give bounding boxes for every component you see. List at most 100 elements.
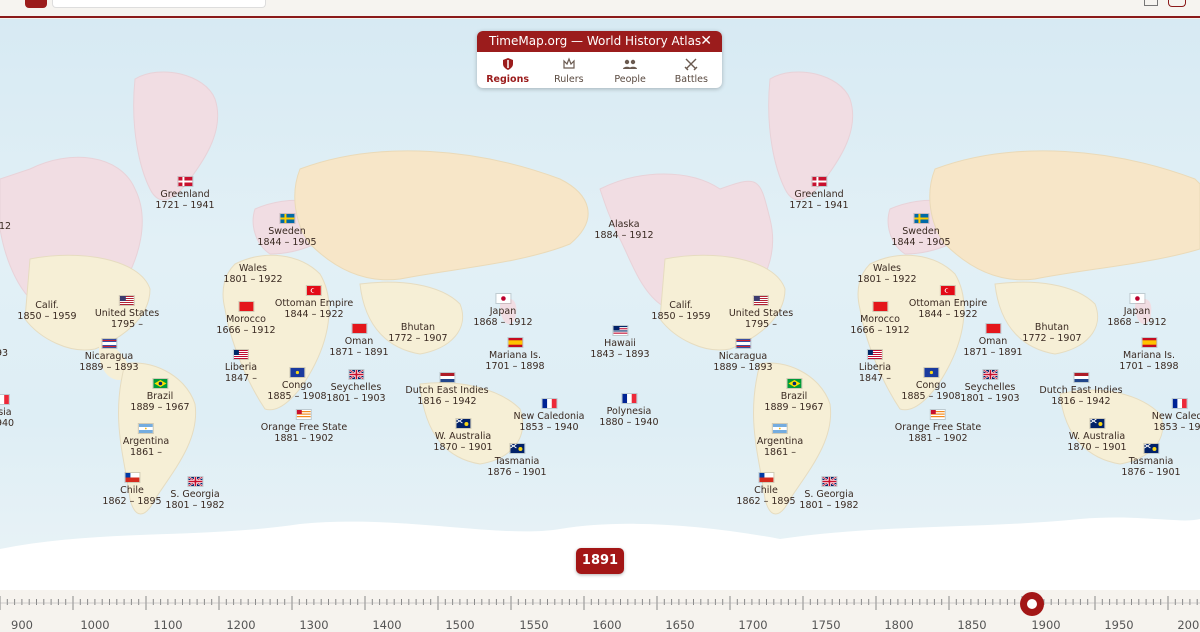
place-label[interactable]: Calif. 1850 – 1959	[17, 300, 76, 322]
place-label[interactable]: Chile 1862 – 1895	[102, 472, 162, 507]
flag-icon	[495, 293, 511, 304]
place-label[interactable]: Congo 1885 – 1908	[267, 367, 327, 402]
place-label[interactable]: Bhutan 1772 – 1907	[1022, 322, 1081, 344]
place-years: 1850 – 1959	[651, 311, 711, 322]
flag-icon	[985, 323, 1001, 334]
place-label[interactable]: Chile 1862 – 1895	[736, 472, 796, 507]
place-years: 1801 – 1903	[326, 393, 386, 404]
place-label[interactable]: esia1940	[0, 394, 14, 429]
place-label[interactable]: Oman 1871 – 1891	[329, 323, 389, 358]
place-name: Tasmania	[494, 456, 540, 467]
place-label[interactable]: Dutch East Indies 1816 – 1942	[405, 372, 489, 407]
place-label[interactable]: Sweden 1844 – 1905	[891, 213, 951, 248]
place-name: Argentina	[122, 436, 170, 447]
flag-icon	[1172, 398, 1188, 409]
place-label[interactable]: Tasmania 1876 – 1901	[1121, 443, 1181, 478]
place-label[interactable]: Sweden 1844 – 1905	[257, 213, 317, 248]
place-label[interactable]: 912	[0, 221, 11, 232]
place-label[interactable]: Hawaii 1843 – 1893	[590, 325, 650, 360]
place-label[interactable]: Morocco 1666 – 1912	[850, 301, 910, 336]
panel-title: TimeMap.org — World History Atlas	[489, 34, 702, 48]
tab-people[interactable]: People	[600, 52, 661, 88]
world-map[interactable]: 912 Greenland1721 – 1941 Sweden1844 – 1905…	[0, 19, 1200, 590]
place-name: Bhutan	[1034, 322, 1070, 333]
place-years: 1884 – 1912	[594, 230, 654, 241]
flag-icon	[821, 476, 837, 487]
menu-button[interactable]	[25, 0, 47, 8]
flag-icon	[279, 213, 295, 224]
search-input[interactable]	[52, 0, 266, 8]
place-label[interactable]: Congo 1885 – 1908	[901, 367, 961, 402]
place-label[interactable]: Oman 1871 – 1891	[963, 323, 1023, 358]
place-label[interactable]: Brazil 1889 – 1967	[130, 378, 190, 413]
place-years: 1870 – 1901	[1067, 442, 1127, 453]
place-label[interactable]: United States 1795 –	[95, 295, 159, 330]
flag-icon	[119, 295, 135, 306]
place-years: 1876 – 1901	[487, 467, 547, 478]
people-icon	[623, 59, 638, 69]
place-label[interactable]: Orange Free State 1881 – 1902	[261, 409, 347, 444]
place-label[interactable]: Mariana Is. 1701 – 1898	[1119, 337, 1179, 372]
place-label[interactable]: W. Australia 1870 – 1901	[1067, 418, 1127, 453]
place-label[interactable]: Argentina 1861 –	[123, 423, 169, 458]
place-label[interactable]: Orange Free State 1881 – 1902	[895, 409, 981, 444]
place-label[interactable]: Japan 1868 – 1912	[473, 293, 533, 328]
place-label[interactable]: Argentina 1861 –	[757, 423, 803, 458]
place-years: 1721 – 1941	[789, 200, 849, 211]
place-label[interactable]: Ottoman Empire 1844 – 1922	[909, 285, 987, 320]
place-name: W. Australia	[1068, 431, 1126, 442]
place-label[interactable]: Dutch East Indies 1816 – 1942	[1039, 372, 1123, 407]
flag-icon	[101, 338, 117, 349]
panel-tabs: Regions Rulers People Battles	[477, 52, 722, 88]
flag-icon	[929, 409, 946, 420]
place-label[interactable]: Tasmania 1876 – 1901	[487, 443, 547, 478]
place-label[interactable]: 93	[0, 348, 8, 359]
toolbar-icon[interactable]	[1144, 0, 1158, 6]
place-years: 1881 – 1902	[908, 433, 968, 444]
place-label[interactable]: Liberia 1847 –	[859, 349, 891, 384]
timeline-handle[interactable]	[1020, 592, 1044, 616]
place-years: 1885 – 1908	[267, 391, 327, 402]
tab-rulers[interactable]: Rulers	[538, 52, 599, 88]
place-label[interactable]: Liberia 1847 –	[225, 349, 257, 384]
place-label[interactable]: W. Australia 1870 – 1901	[433, 418, 493, 453]
flag-icon	[872, 301, 888, 312]
close-icon[interactable]: ✕	[700, 31, 712, 52]
place-label[interactable]: Alaska 1884 – 1912	[594, 219, 653, 241]
place-label[interactable]: Seychelles 1801 – 1903	[960, 369, 1020, 404]
place-label[interactable]: Japan 1868 – 1912	[1107, 293, 1167, 328]
flag-icon	[913, 213, 929, 224]
place-years: 1871 – 1891	[329, 347, 389, 358]
place-label[interactable]: United States 1795 –	[729, 295, 793, 330]
place-label[interactable]: Wales 1801 – 1922	[857, 263, 916, 285]
place-label[interactable]: Wales 1801 – 1922	[223, 263, 282, 285]
place-label[interactable]: Morocco 1666 – 1912	[216, 301, 276, 336]
place-years: 1862 – 1895	[736, 496, 796, 507]
tab-regions[interactable]: Regions	[477, 52, 538, 88]
place-label[interactable]: New Caledo1853 – 194	[1152, 398, 1200, 433]
place-label[interactable]: S. Georgia 1801 – 1982	[165, 476, 225, 511]
place-label[interactable]: Brazil 1889 – 1967	[764, 378, 824, 413]
place-name: Sweden	[268, 226, 306, 237]
tab-label: Regions	[486, 74, 529, 85]
place-label[interactable]: Greenland 1721 – 1941	[155, 176, 215, 211]
place-years: 1843 – 1893	[590, 349, 650, 360]
place-label[interactable]: Polynesia 1880 – 1940	[599, 393, 659, 428]
place-label[interactable]: S. Georgia 1801 – 1982	[799, 476, 859, 511]
place-label[interactable]: Bhutan 1772 – 1907	[388, 322, 447, 344]
place-label[interactable]: Nicaragua 1889 – 1893	[79, 338, 139, 373]
crown-icon	[563, 57, 575, 69]
place-label[interactable]: Calif. 1850 – 1959	[651, 300, 710, 322]
place-years: 1889 – 1967	[130, 402, 190, 413]
place-label[interactable]: Greenland 1721 – 1941	[789, 176, 849, 211]
place-years: 912	[0, 221, 12, 232]
place-label[interactable]: Ottoman Empire 1844 – 1922	[275, 285, 353, 320]
place-label[interactable]: Nicaragua 1889 – 1893	[713, 338, 773, 373]
place-label[interactable]: Seychelles 1801 – 1903	[326, 369, 386, 404]
place-name: S. Georgia	[804, 489, 854, 500]
place-label[interactable]: Mariana Is. 1701 – 1898	[485, 337, 545, 372]
place-name: Congo	[915, 380, 947, 391]
place-label[interactable]: New Caledonia 1853 – 1940	[513, 398, 585, 433]
account-button[interactable]	[1168, 0, 1186, 7]
tab-battles[interactable]: Battles	[661, 52, 722, 88]
